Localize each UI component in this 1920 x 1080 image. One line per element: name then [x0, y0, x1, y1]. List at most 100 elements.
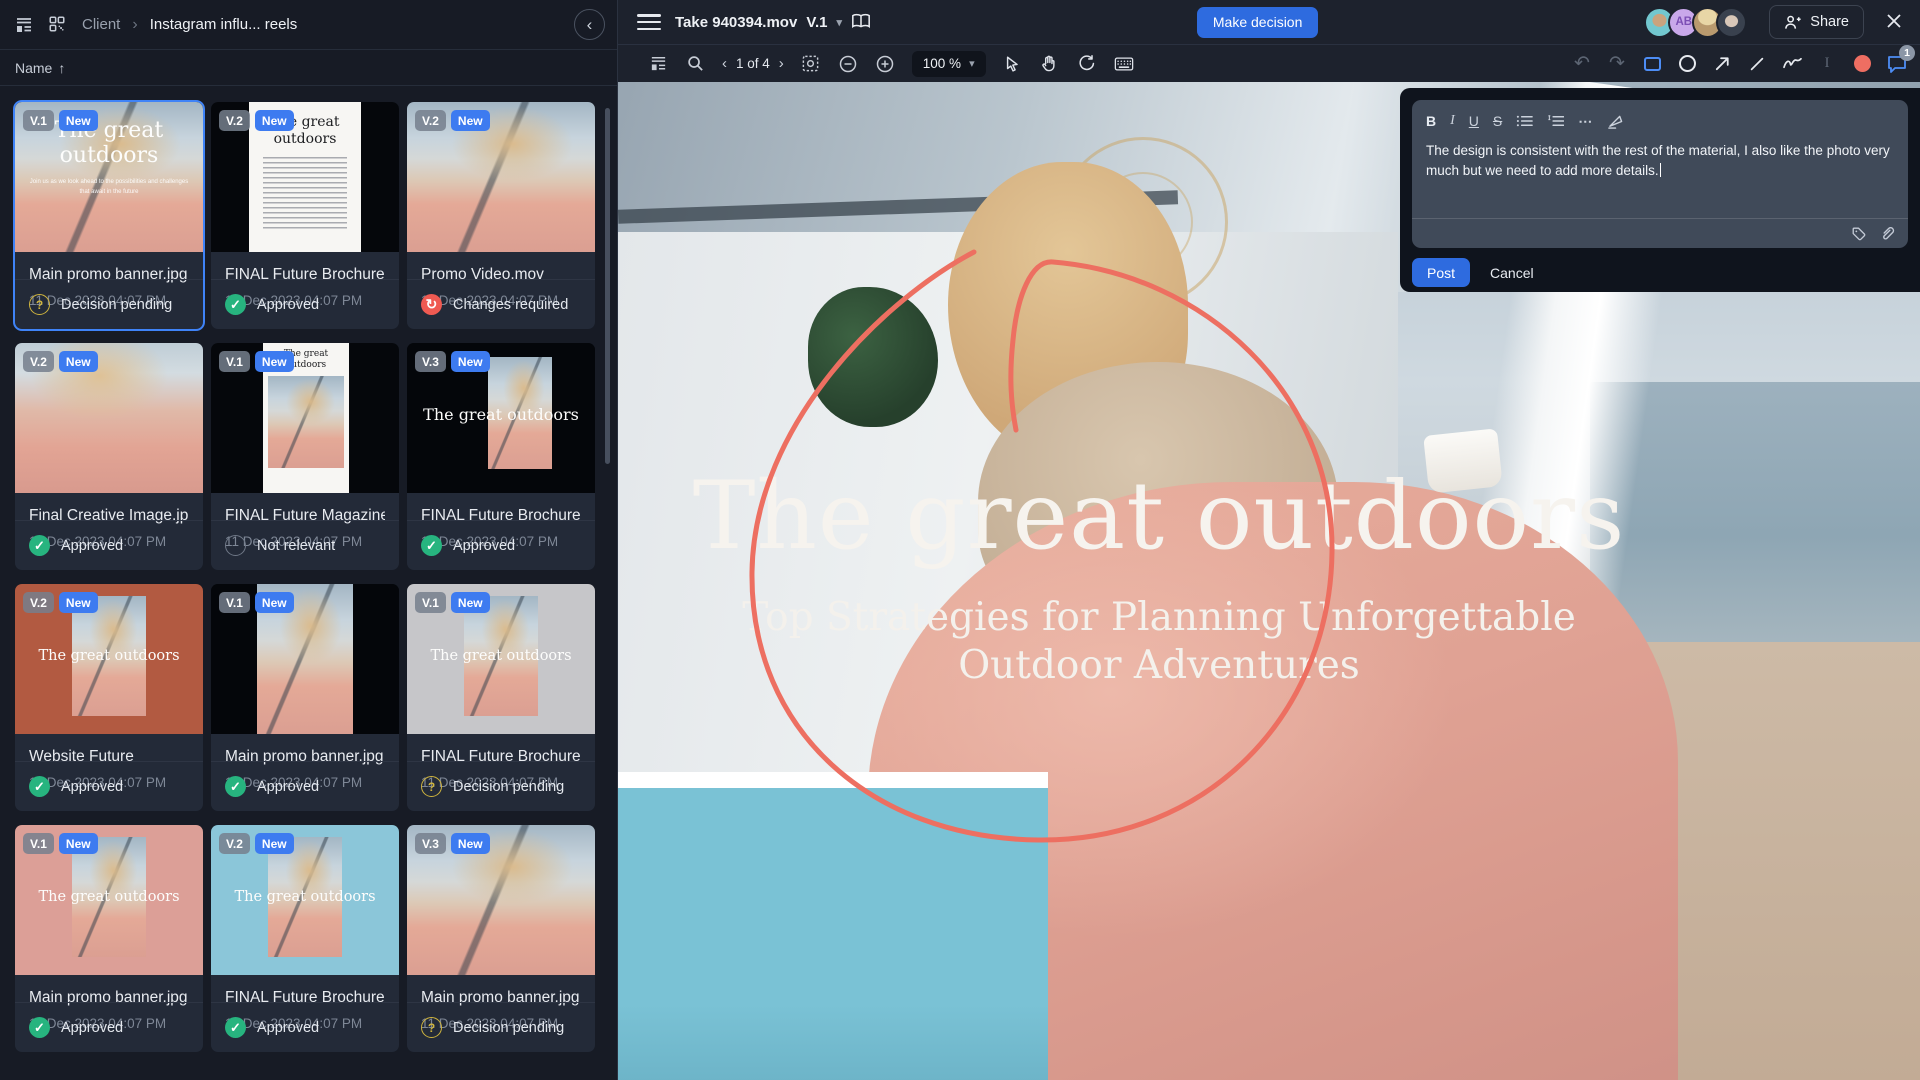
rectangle-tool-icon[interactable] — [1641, 53, 1663, 75]
status-icon: ✓ — [29, 776, 50, 797]
project-pages-icon[interactable] — [14, 15, 34, 35]
file-card[interactable]: The great outdoors The great outdoors V.… — [211, 825, 399, 1052]
file-card[interactable]: V.2 New Final Creative Image.jpg 11 Dec … — [15, 343, 203, 570]
draw-annotation-icon[interactable] — [1607, 114, 1624, 129]
select-cursor-icon[interactable] — [1003, 54, 1023, 74]
viewer-toolbar: ‹ 1 of 4 › — [618, 44, 1920, 82]
file-status[interactable]: ✓ Approved — [15, 761, 203, 811]
breadcrumb: Client › Instagram influ... reels — [82, 16, 297, 34]
status-icon: ✓ — [225, 776, 246, 797]
artwork-subtitle: Top Strategies for Planning Unforgettabl… — [618, 594, 1700, 689]
file-thumbnail: The great outdoors The great outdoors V.… — [211, 825, 399, 975]
pan-hand-icon[interactable] — [1040, 54, 1060, 74]
comment-compose-box[interactable]: B I U S — [1412, 100, 1908, 248]
freehand-pen-tool-icon[interactable] — [1781, 53, 1803, 75]
thumbnail-badges: V.1 New — [23, 110, 98, 131]
zoom-level-dropdown[interactable]: 100 % ▾ — [912, 51, 986, 77]
new-badge: New — [451, 833, 490, 854]
file-card[interactable]: The great outdoors The great outdoors V.… — [211, 102, 399, 329]
share-button[interactable]: Share — [1769, 5, 1864, 39]
line-tool-icon[interactable] — [1746, 53, 1768, 75]
arrow-tool-icon[interactable] — [1711, 53, 1733, 75]
bullet-list-icon[interactable] — [1516, 114, 1533, 128]
strikethrough-icon[interactable]: S — [1493, 113, 1502, 129]
version-chevron-down-icon: ▾ — [836, 16, 842, 29]
thumbnail-caption: Join us as we look ahead to the possibil… — [29, 178, 189, 197]
sort-bar[interactable]: Name ↑ — [0, 50, 617, 86]
numbered-list-icon[interactable] — [1547, 114, 1564, 128]
add-person-icon — [1784, 14, 1801, 31]
status-icon: ? — [29, 294, 50, 315]
zoom-out-icon[interactable] — [838, 54, 858, 74]
file-status[interactable]: ✓ Approved — [15, 1002, 203, 1052]
sidebar: Client › Instagram influ... reels ‹ Name… — [0, 0, 618, 1080]
marquee-zoom-icon[interactable] — [801, 54, 821, 74]
ellipse-tool-icon[interactable] — [1676, 53, 1698, 75]
redo-icon[interactable]: ↷ — [1606, 53, 1628, 75]
rotate-icon[interactable] — [1077, 54, 1097, 74]
file-card[interactable]: V.2 New Promo Video.mov 11 Dec 2023 04:0… — [407, 102, 595, 329]
new-badge: New — [59, 110, 98, 131]
new-badge: New — [255, 833, 294, 854]
status-label: Approved — [257, 297, 319, 313]
annotation-color-swatch[interactable] — [1851, 53, 1873, 75]
pages-panel-icon[interactable] — [648, 54, 668, 74]
file-card[interactable]: The great outdoors The great outdoors V.… — [211, 343, 399, 570]
bold-icon[interactable]: B — [1426, 113, 1436, 129]
underline-icon[interactable]: U — [1469, 113, 1479, 129]
file-card[interactable]: The great outdoors The great outdoors V.… — [15, 584, 203, 811]
breadcrumb-project[interactable]: Client — [82, 16, 120, 33]
file-status[interactable]: ? Decision pending — [15, 279, 203, 329]
file-status[interactable]: Not relevant — [211, 520, 399, 570]
undo-icon[interactable]: ↶ — [1571, 53, 1593, 75]
breadcrumb-current[interactable]: Instagram influ... reels — [150, 16, 298, 33]
more-formatting-icon[interactable]: ⋯ — [1578, 113, 1593, 130]
new-badge: New — [255, 592, 294, 613]
page-navigation: ‹ 1 of 4 › — [722, 55, 784, 72]
post-button[interactable]: Post — [1412, 258, 1470, 287]
tag-icon[interactable] — [1851, 226, 1867, 242]
file-status[interactable]: ↻ Changes required — [407, 279, 595, 329]
thumbnail-title: The great outdoors — [15, 889, 203, 905]
zoom-in-icon[interactable] — [875, 54, 895, 74]
comments-icon[interactable]: 1 — [1886, 53, 1908, 75]
italic-icon[interactable]: I — [1450, 113, 1455, 129]
zoom-chevron-down-icon: ▾ — [969, 57, 975, 70]
status-label: Decision pending — [61, 297, 172, 313]
file-status[interactable]: ✓ Approved — [407, 520, 595, 570]
file-card[interactable]: V.1 New Main promo banner.jpg 11 Dec 202… — [211, 584, 399, 811]
keyboard-shortcuts-icon[interactable] — [1114, 54, 1134, 74]
menu-icon[interactable] — [637, 14, 661, 30]
file-card[interactable]: The great outdoors The great outdoors V.… — [407, 584, 595, 811]
file-status[interactable]: ✓ Approved — [211, 1002, 399, 1052]
file-status[interactable]: ✓ Approved — [211, 761, 399, 811]
thumbnail-title: The great outdoors — [407, 405, 595, 424]
file-status[interactable]: ? Decision pending — [407, 1002, 595, 1052]
file-card[interactable]: The great outdoors The great outdoors Jo… — [15, 102, 203, 329]
comment-text: The design is consistent with the rest o… — [1426, 143, 1890, 178]
file-status[interactable]: ✓ Approved — [211, 279, 399, 329]
file-status[interactable]: ? Decision pending — [407, 761, 595, 811]
close-icon[interactable] — [1884, 11, 1906, 33]
search-icon[interactable] — [685, 54, 705, 74]
grid-apps-icon[interactable] — [48, 15, 68, 35]
file-status[interactable]: ✓ Approved — [15, 520, 203, 570]
sidebar-scrollbar[interactable] — [605, 108, 610, 464]
sidebar-collapse-button[interactable]: ‹ — [574, 9, 605, 40]
text-tool-icon[interactable]: I — [1816, 53, 1838, 75]
next-page-icon[interactable]: › — [779, 55, 784, 72]
attachment-paperclip-icon[interactable] — [1879, 225, 1896, 242]
comment-text-input[interactable]: The design is consistent with the rest o… — [1426, 141, 1892, 182]
file-card[interactable]: The great outdoors The great outdoors V.… — [15, 825, 203, 1052]
cancel-button[interactable]: Cancel — [1480, 265, 1544, 281]
thumbnail-badges: V.3 New — [415, 833, 490, 854]
compare-versions-icon[interactable] — [851, 12, 871, 32]
comment-attachments-row — [1412, 218, 1908, 248]
viewer-file-version[interactable]: V.1 — [806, 14, 827, 31]
file-card[interactable]: V.3 New Main promo banner.jpg 11 Dec 202… — [407, 825, 595, 1052]
file-card[interactable]: The great outdoors The great outdoors V.… — [407, 343, 595, 570]
make-decision-button[interactable]: Make decision — [1197, 7, 1319, 38]
avatar[interactable] — [1716, 7, 1747, 38]
viewer-file-title-group[interactable]: Take 940394.mov V.1 ▾ — [675, 12, 871, 32]
previous-page-icon[interactable]: ‹ — [722, 55, 727, 72]
